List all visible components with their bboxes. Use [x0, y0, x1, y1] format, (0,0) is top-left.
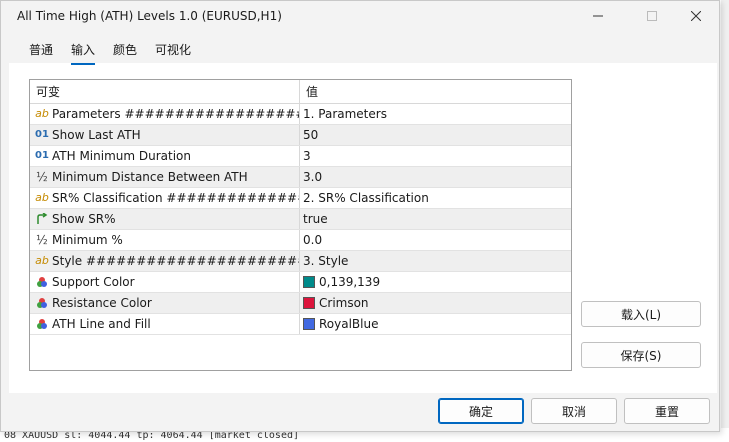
variable-cell: ATH Line and Fill [30, 314, 300, 334]
tab-inputs[interactable]: 输入 [71, 41, 96, 65]
variable-cell: Show SR% [30, 209, 300, 229]
value-cell[interactable]: 0,139,139 [300, 272, 571, 292]
minimize-icon [593, 15, 603, 17]
table-header: 可变 值 [30, 80, 571, 104]
value-cell[interactable]: 3. Style [300, 251, 571, 271]
table-row[interactable]: Show SR% true [30, 209, 571, 230]
color-swatch[interactable] [303, 276, 315, 288]
value-cell[interactable]: true [300, 209, 571, 229]
maximize-icon [647, 11, 657, 21]
table-row[interactable]: ATH Line and Fill RoyalBlue [30, 314, 571, 335]
variable-value: 3.0 [303, 170, 323, 184]
color-type-icon [34, 295, 50, 311]
variable-value: true [303, 212, 328, 226]
properties-dialog: All Time High (ATH) Levels 1.0 (EURUSD,H… [0, 0, 720, 432]
variable-cell: ½ Minimum Distance Between ATH [30, 167, 300, 187]
value-cell[interactable]: 0.0 [300, 230, 571, 250]
variable-value: 50 [303, 128, 319, 142]
variable-cell: abParameters ######################... [30, 104, 300, 124]
variable-value: 0.0 [303, 233, 323, 247]
value-cell[interactable]: 2. SR% Classification [300, 188, 571, 208]
variable-cell: abStyle ###########################... [30, 251, 300, 271]
value-cell[interactable]: 3.0 [300, 167, 571, 187]
string-type-icon: ab [35, 107, 49, 120]
table-row[interactable]: 01 Show Last ATH 50 [30, 125, 571, 146]
value-cell[interactable]: 3 [300, 146, 571, 166]
title-bar: All Time High (ATH) Levels 1.0 (EURUSD,H… [1, 1, 719, 31]
table-row[interactable]: abParameters ######################...1.… [30, 104, 571, 125]
table-row[interactable]: Support Color 0,139,139 [30, 272, 571, 293]
window-title: All Time High (ATH) Levels 1.0 (EURUSD,H… [17, 9, 282, 23]
column-header-variable[interactable]: 可变 [30, 80, 300, 103]
variable-name: Support Color [52, 275, 135, 289]
variable-value: 1. Parameters [303, 107, 387, 121]
variable-name: Minimum Distance Between ATH [52, 170, 248, 184]
variable-value: 3. Style [303, 254, 349, 268]
minimize-button[interactable] [575, 5, 621, 27]
variable-cell: abSR% Classification ###############... [30, 188, 300, 208]
variable-cell: ½ Minimum % [30, 230, 300, 250]
double-type-icon: ½ [36, 233, 48, 247]
tab-colors[interactable]: 颜色 [113, 41, 137, 65]
table-row[interactable]: 01 ATH Minimum Duration 3 [30, 146, 571, 167]
cancel-button[interactable]: 取消 [531, 398, 617, 424]
value-cell[interactable]: RoyalBlue [300, 314, 571, 334]
variable-name: SR% Classification ###############... [52, 191, 299, 205]
variable-name: Show SR% [52, 212, 116, 226]
value-cell[interactable]: Crimson [300, 293, 571, 313]
variable-value: 3 [303, 149, 311, 163]
boolean-type-icon [34, 211, 50, 227]
integer-type-icon: 01 [35, 150, 49, 161]
column-header-value[interactable]: 值 [300, 80, 571, 103]
color-type-icon [34, 316, 50, 332]
variable-name: Minimum % [52, 233, 123, 247]
variable-cell: Support Color [30, 272, 300, 292]
table-row[interactable]: Resistance Color Crimson [30, 293, 571, 314]
integer-type-icon: 01 [35, 129, 49, 140]
value-cell[interactable]: 50 [300, 125, 571, 145]
ok-button[interactable]: 确定 [438, 398, 524, 424]
double-type-icon: ½ [36, 170, 48, 184]
variable-value: RoyalBlue [319, 317, 379, 331]
table-row[interactable]: ½ Minimum Distance Between ATH 3.0 [30, 167, 571, 188]
reset-button[interactable]: 重置 [624, 398, 710, 424]
maximize-button [629, 5, 675, 27]
string-type-icon: ab [35, 254, 49, 267]
tab-visualization[interactable]: 可视化 [155, 41, 191, 65]
close-button[interactable] [673, 5, 719, 27]
table-row[interactable]: abSR% Classification ###############...2… [30, 188, 571, 209]
color-swatch[interactable] [303, 318, 315, 330]
variable-name: ATH Line and Fill [52, 317, 151, 331]
background-right-strip [721, 0, 729, 442]
string-type-icon: ab [35, 191, 49, 204]
variable-name: Style ###########################... [52, 254, 299, 268]
tab-strip: 普通 输入 颜色 可视化 [29, 41, 209, 65]
variable-name: Resistance Color [52, 296, 152, 310]
variable-name: Show Last ATH [52, 128, 141, 142]
variable-value: 0,139,139 [319, 275, 381, 289]
close-icon [691, 11, 701, 21]
variable-value: 2. SR% Classification [303, 191, 429, 205]
variable-cell: 01 ATH Minimum Duration [30, 146, 300, 166]
inputs-table: 可变 值 abParameters ######################… [29, 79, 572, 371]
table-row[interactable]: abStyle ###########################...3.… [30, 251, 571, 272]
tab-general[interactable]: 普通 [29, 41, 53, 65]
variable-cell: 01 Show Last ATH [30, 125, 300, 145]
variable-cell: Resistance Color [30, 293, 300, 313]
load-button[interactable]: 载入(L) [581, 301, 701, 327]
variable-value: Crimson [319, 296, 369, 310]
color-type-icon [34, 274, 50, 290]
color-swatch[interactable] [303, 297, 315, 309]
variable-name: ATH Minimum Duration [52, 149, 191, 163]
save-button[interactable]: 保存(S) [581, 342, 701, 368]
value-cell[interactable]: 1. Parameters [300, 104, 571, 124]
variable-name: Parameters ######################... [52, 107, 300, 121]
table-body: abParameters ######################...1.… [30, 104, 571, 335]
table-row[interactable]: ½ Minimum % 0.0 [30, 230, 571, 251]
